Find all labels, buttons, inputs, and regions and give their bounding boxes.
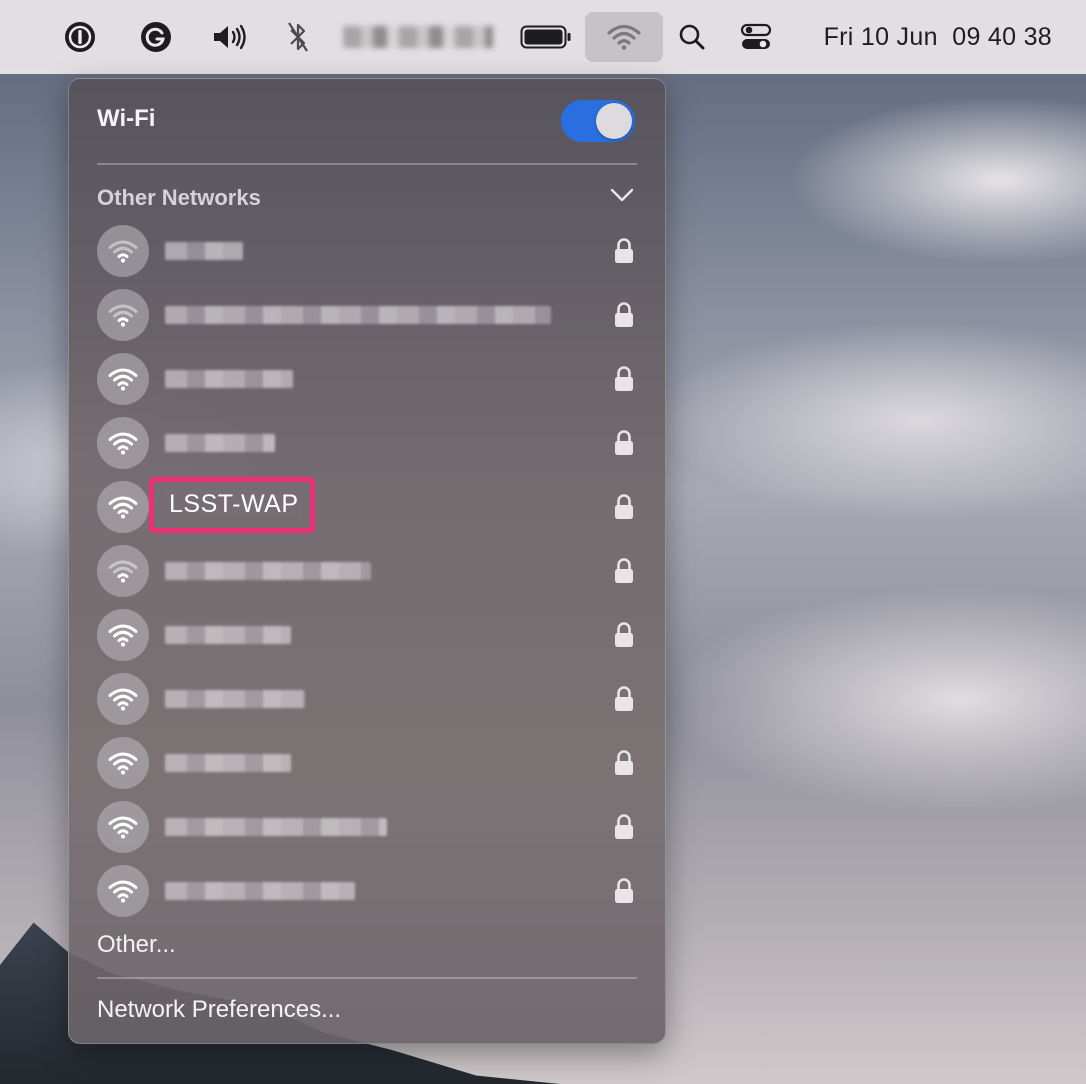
wifi-signal-icon	[97, 737, 149, 789]
other-networks-title: Other Networks	[97, 185, 261, 210]
lock-icon	[613, 493, 635, 526]
bluetooth-icon[interactable]	[282, 0, 314, 74]
control-center-icon[interactable]	[736, 0, 776, 74]
wifi-signal-icon	[97, 481, 149, 533]
wifi-toggle[interactable]	[561, 100, 635, 142]
wifi-menu-icon[interactable]	[585, 12, 663, 62]
network-row[interactable]	[97, 287, 637, 343]
wifi-signal-icon	[97, 545, 149, 597]
wifi-toggle-knob	[596, 103, 632, 139]
clock-date: 10 Jun	[860, 22, 938, 51]
network-name-redacted	[165, 754, 291, 772]
onepassword-icon[interactable]	[60, 0, 100, 74]
lock-icon	[613, 621, 635, 654]
network-row[interactable]	[97, 671, 637, 727]
network-name-redacted	[165, 562, 371, 580]
wifi-signal-icon	[97, 865, 149, 917]
volume-icon[interactable]	[208, 0, 252, 74]
other-network-item[interactable]: Other...	[97, 931, 176, 959]
wifi-signal-icon	[97, 609, 149, 661]
network-row[interactable]	[97, 863, 637, 919]
network-name-redacted	[165, 242, 243, 260]
wifi-signal-icon	[97, 417, 149, 469]
wifi-panel-title: Wi-Fi	[97, 105, 156, 132]
lock-icon	[613, 749, 635, 782]
divider-bottom	[97, 977, 637, 979]
battery-icon[interactable]	[518, 0, 574, 74]
network-row[interactable]	[97, 543, 637, 599]
lock-icon	[613, 237, 635, 270]
lock-icon	[613, 301, 635, 334]
network-row[interactable]	[97, 799, 637, 855]
network-name-redacted	[165, 370, 293, 388]
lock-icon	[613, 365, 635, 398]
wifi-signal-icon	[97, 225, 149, 277]
lock-icon	[613, 557, 635, 590]
network-name-redacted	[165, 818, 387, 836]
redacted-username	[343, 26, 493, 48]
network-name-redacted	[165, 690, 305, 708]
network-row[interactable]	[97, 223, 637, 279]
network-row[interactable]	[97, 415, 637, 471]
highlighted-network-name[interactable]: LSST-WAP	[165, 490, 303, 519]
network-row[interactable]	[97, 351, 637, 407]
network-row[interactable]	[97, 735, 637, 791]
wifi-signal-icon	[97, 353, 149, 405]
lock-icon	[613, 685, 635, 718]
menu-bar: Fri 10 Jun 09 40 38	[0, 0, 1086, 74]
chevron-down-icon[interactable]	[609, 187, 635, 208]
wifi-signal-icon	[97, 801, 149, 853]
network-name-redacted	[165, 434, 275, 452]
lock-icon	[613, 877, 635, 910]
network-preferences-item[interactable]: Network Preferences...	[97, 996, 341, 1024]
lock-icon	[613, 813, 635, 846]
wifi-signal-icon	[97, 673, 149, 725]
divider-top	[97, 163, 637, 165]
network-name-redacted	[165, 306, 551, 324]
network-row[interactable]	[97, 607, 637, 663]
user-name-redacted[interactable]	[340, 0, 496, 74]
menu-bar-clock[interactable]: Fri 10 Jun 09 40 38	[824, 0, 1052, 74]
wifi-signal-icon	[97, 289, 149, 341]
wifi-panel: Wi-Fi Other Networks LSST-WAP Other... N…	[68, 78, 666, 1044]
network-name-redacted	[165, 882, 355, 900]
network-name-redacted	[165, 626, 291, 644]
grammarly-icon[interactable]	[136, 0, 176, 74]
search-icon[interactable]	[674, 0, 710, 74]
clock-day: Fri	[823, 22, 854, 51]
lock-icon	[613, 429, 635, 462]
clock-time: 09 40 38	[952, 22, 1052, 51]
